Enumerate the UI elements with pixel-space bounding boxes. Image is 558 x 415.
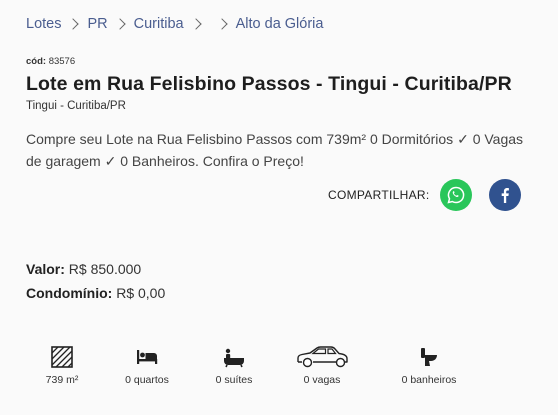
- chevron-right-icon: [189, 18, 202, 30]
- chevron-right-icon: [67, 18, 80, 30]
- listing-code-value: 83576: [48, 56, 76, 67]
- share-label: COMPARTILHAR:: [328, 188, 430, 202]
- price-value-label: Valor:: [26, 261, 65, 277]
- area-icon: [51, 346, 73, 368]
- whatsapp-share-button[interactable]: [440, 179, 472, 211]
- chevron-right-icon: [215, 18, 228, 30]
- feature-bathrooms-label: 0 banheiros: [401, 374, 457, 386]
- feature-parking: 0 vagas: [292, 344, 352, 386]
- toilet-icon: [421, 348, 437, 366]
- breadcrumb-lotes[interactable]: Lotes: [26, 16, 61, 32]
- bed-icon: [137, 350, 158, 364]
- condo-fee: Condomínio: R$ 0,00: [26, 285, 165, 301]
- breadcrumb-alto-da-gloria[interactable]: Alto da Glória: [236, 16, 324, 32]
- breadcrumb: Lotes PR Curitiba Alto da Glória: [26, 16, 323, 32]
- feature-suites-label: 0 suítes: [215, 374, 253, 386]
- chevron-right-icon: [113, 18, 126, 30]
- feature-parking-label: 0 vagas: [303, 374, 341, 386]
- feature-bathrooms: 0 banheiros: [396, 344, 462, 386]
- listing-code-label: cód:: [26, 56, 47, 67]
- feature-area: 739 m²: [40, 344, 84, 386]
- feature-bedrooms-label: 0 quartos: [125, 374, 169, 386]
- breadcrumb-pr[interactable]: PR: [87, 16, 107, 32]
- feature-suites: 0 suítes: [206, 344, 262, 386]
- page-title: Lote em Rua Felisbino Passos - Tingui - …: [26, 73, 512, 95]
- feature-area-label: 739 m²: [45, 374, 79, 386]
- feature-bedrooms: 0 quartos: [116, 344, 178, 386]
- price-value: Valor: R$ 850.000: [26, 261, 141, 277]
- price-value-amount: R$ 850.000: [68, 261, 142, 277]
- condo-fee-amount: R$ 0,00: [116, 285, 166, 301]
- location-subtitle: Tingui - Curitiba/PR: [26, 100, 126, 112]
- condo-fee-label: Condomínio:: [26, 285, 113, 301]
- whatsapp-icon: [447, 186, 465, 204]
- listing-description: Compre seu Lote na Rua Felisbino Passos …: [26, 131, 524, 169]
- listing-code: cód: 83576: [26, 56, 75, 67]
- facebook-share-button[interactable]: [489, 179, 521, 211]
- facebook-icon: [501, 188, 509, 203]
- car-icon: [297, 346, 348, 368]
- bathtub-icon: [224, 348, 244, 368]
- breadcrumb-curitiba[interactable]: Curitiba: [134, 16, 184, 32]
